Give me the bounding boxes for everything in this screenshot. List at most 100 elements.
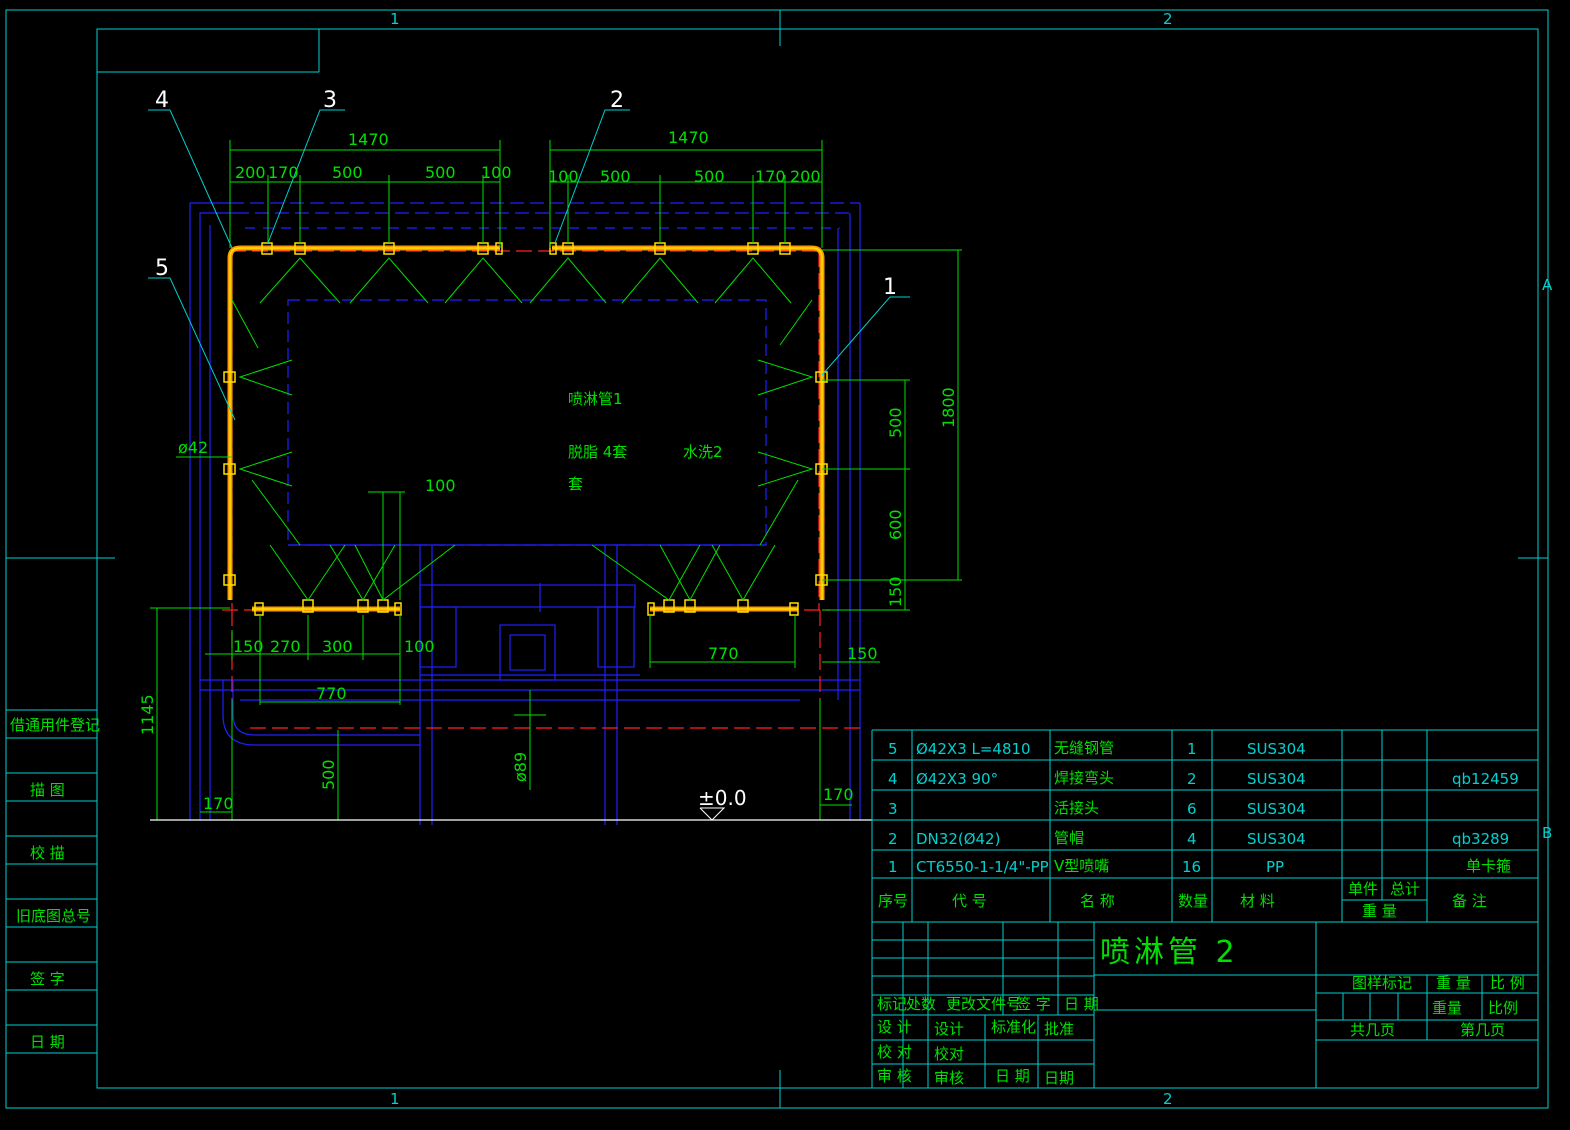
bom-qty: 6 [1187,800,1197,818]
dim-top-left-total: 1470 [348,130,389,149]
dim-tl-seg-4: 500 [425,163,456,182]
tb-role-design: 设 计 [877,1018,912,1036]
bom-material: SUS304 [1247,800,1306,818]
tb-role-design-big: 设计 [934,1020,964,1038]
tb-approve: 批准 [1044,1020,1074,1038]
tb-scale-label: 比例 [1488,999,1518,1017]
bom-qty: 1 [1187,740,1197,758]
bom-code: DN32(Ø42) [916,830,1000,848]
bom-remark: qb3289 [1452,830,1509,848]
tb-rev-file: 更改文件号 [946,995,1021,1013]
bom-qty: 2 [1187,770,1197,788]
label-pipe-name: 喷淋管1 [568,390,623,408]
spray-fans [231,257,814,602]
dim-right-seg-1: 500 [886,407,905,438]
bom-qty: 16 [1182,858,1201,876]
dim-height-500: 500 [319,759,338,790]
bom-code: CT6550-1-1/4"-PP [916,858,1049,876]
nozzles [223,242,828,616]
bom-remark: qb12459 [1452,770,1519,788]
dim-tr-seg-2: 500 [600,167,631,186]
tb-std: 标准化 [991,1018,1036,1036]
bom-header-material: 材 料 [1240,892,1275,910]
strip-label-borrow: 借通用件登记 [10,716,100,734]
strip-label-old: 旧底图总号 [16,907,91,925]
bom-no: 1 [888,858,898,876]
zone-top-1: 1 [390,10,400,28]
strip-label-trace: 描 图 [30,781,65,799]
bom-header-qty: 数量 [1178,892,1208,910]
bom-name: 活接头 [1054,799,1099,817]
tb-rev-date: 日 期 [1064,995,1099,1013]
left-strip [6,709,97,1054]
dim-bl-770: 770 [316,684,347,703]
bom-no: 3 [888,800,898,818]
dim-top-right-total: 1470 [668,128,709,147]
dim-right-seg-2: 600 [886,509,905,540]
tb-rev-mark: 标记 [877,995,907,1013]
tb-role-check: 校 对 [877,1043,912,1061]
dim-bl-seg-4: 100 [404,637,435,656]
strip-label-sign: 签 字 [30,970,65,988]
label-elevation: ±0.0 [698,786,747,810]
dim-right-seg-3: 150 [886,576,905,607]
tb-weight-label: 重量 [1432,999,1462,1017]
dim-right-170: 170 [823,785,854,804]
tb-role-check-big: 校对 [934,1045,964,1063]
bom-name: V型喷嘴 [1054,857,1109,875]
balloon-3: 3 [323,88,337,113]
dim-tl-seg-1: 200 [235,163,266,182]
bom-material: SUS304 [1247,740,1306,758]
dim-tl-seg-2: 170 [268,163,299,182]
dim-tl-seg-3: 500 [332,163,363,182]
tank-structure [189,202,861,825]
bom-remark: 单卡箍 [1466,857,1511,875]
dim-pipe-dia: ø42 [178,438,208,457]
tb-date-big: 日期 [1044,1069,1074,1087]
bom-header-no: 序号 [878,892,908,910]
cad-drawing: 1 2 1 2 A B 借通用件登记 描 图 校 描 旧底图总号 签 字 日 期 [5,9,1553,1109]
tb-stage-mark: 图样标记 [1352,974,1412,992]
dim-bl-seg-1: 150 [233,637,264,656]
tb-rev-count: 处数 [906,995,936,1013]
drawing-title: 喷淋管 2 [1100,935,1239,970]
strip-label-date: 日 期 [30,1033,65,1051]
bom-row: 5 Ø42X3 L=4810 无缝钢管 1 SUS304 [888,739,1306,758]
bom-row: 4 Ø42X3 90° 焊接弯头 2 SUS304 qb12459 [888,769,1519,788]
dim-tl-seg-5: 100 [481,163,512,182]
tb-rev-sign: 签 字 [1016,995,1051,1013]
bom-header-total: 总计 [1390,880,1420,898]
dim-left-170: 170 [203,794,234,813]
dim-left-height: 1145 [138,694,157,735]
tb-date-small: 日 期 [995,1067,1030,1085]
bom-no: 4 [888,770,898,788]
bom-header-weight: 重 量 [1362,902,1397,920]
balloon-4: 4 [155,88,169,113]
bom-code: Ø42X3 90° [916,770,998,788]
dim-dia-89: ø89 [511,752,530,782]
dim-tr-seg-1: 100 [548,167,579,186]
bom-no: 5 [888,740,898,758]
dim-br-150: 150 [847,644,878,663]
tb-sheets: 共几页 [1350,1021,1395,1039]
dim-br-770: 770 [708,644,739,663]
dimension-lines [150,140,962,820]
zone-right-a: A [1542,276,1553,294]
bom-name: 管帽 [1054,829,1084,847]
label-process-b: 水洗2 [683,443,723,461]
tb-weight-header: 重 量 [1436,974,1471,992]
leaders [148,109,910,421]
balloon-2: 2 [610,88,624,113]
bom-code: Ø42X3 L=4810 [916,740,1031,758]
tb-role-review: 审 核 [877,1067,912,1085]
zone-top-2: 2 [1163,10,1173,28]
bom-material: PP [1266,858,1284,876]
zone-bottom-1: 1 [390,1090,400,1108]
bom-header-unit: 单件 [1348,880,1378,898]
dim-bl-seg-3: 300 [322,637,353,656]
label-process-a: 脱脂 4套 [568,443,627,461]
dim-bl-seg-2: 270 [270,637,301,656]
dim-tr-seg-3: 500 [694,167,725,186]
balloon-1: 1 [883,275,897,300]
bom-name: 焊接弯头 [1054,769,1114,787]
